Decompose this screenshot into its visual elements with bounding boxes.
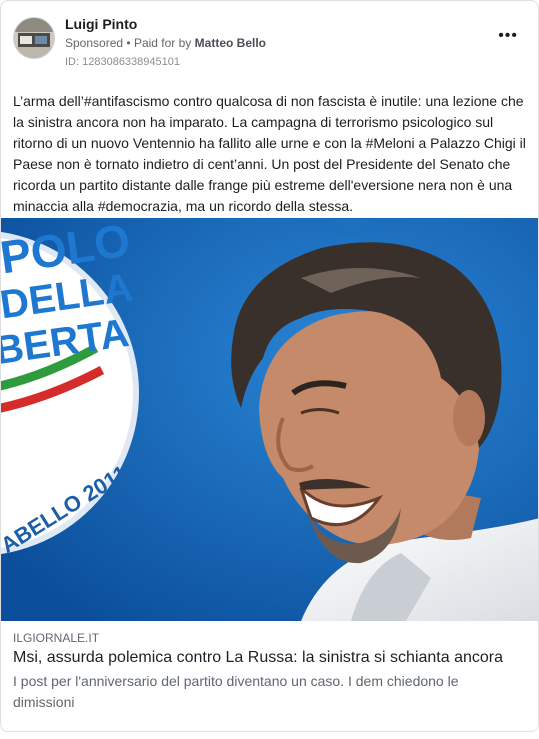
link-headline[interactable]: Msi, assurda polemica contro La Russa: l… [13, 649, 528, 667]
post-header: Luigi Pinto Sponsored • Paid for by Matt… [13, 13, 526, 73]
ad-id: ID: 1283086338945101 [65, 56, 180, 68]
sponsored-line: Sponsored • Paid for by Matteo Bello [65, 36, 266, 50]
more-horizontal-icon[interactable]: ••• [498, 27, 518, 45]
ad-post-card: Luigi Pinto Sponsored • Paid for by Matt… [0, 0, 539, 732]
paid-for-prefix: Paid for by [133, 36, 192, 50]
avatar[interactable] [13, 17, 55, 59]
paid-for-name[interactable]: Matteo Bello [195, 36, 266, 50]
meta-separator: • [126, 36, 131, 50]
post-text: L’arma dell’#antifascismo contro qualcos… [13, 93, 526, 214]
link-domain[interactable]: ILGIORNALE.IT [13, 631, 99, 645]
link-description: I post per l'anniversario del partito di… [13, 673, 459, 710]
author-name[interactable]: Luigi Pinto [65, 16, 137, 32]
link-preview[interactable]: ILGIORNALE.IT Msi, assurda polemica cont… [1, 621, 538, 731]
post-photo[interactable]: POLO DELLA BERTA ABELLO 2011 [1, 218, 538, 621]
sponsored-label: Sponsored [65, 36, 124, 50]
